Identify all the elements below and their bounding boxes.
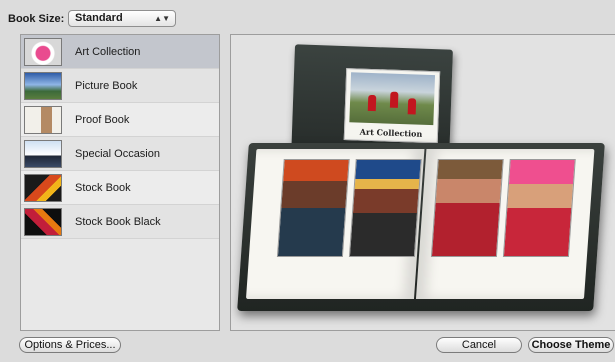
cover-figure — [389, 91, 399, 108]
proof-book-thumbnail — [24, 105, 62, 134]
stock-book-black-thumbnail — [24, 207, 62, 236]
theme-item-label: Special Occasion — [75, 147, 160, 160]
select-arrows-icon: ▲▼ — [154, 14, 170, 23]
page-photo — [276, 159, 350, 257]
book-size-value: Standard — [75, 12, 123, 24]
cover-figure — [367, 94, 377, 112]
theme-item-special-occasion[interactable]: Special Occasion — [21, 137, 219, 171]
theme-item-label: Art Collection — [75, 45, 141, 58]
page-photo — [502, 159, 576, 257]
theme-item-label: Stock Book Black — [75, 215, 161, 228]
theme-preview: Art Collection — [230, 34, 615, 331]
cancel-button[interactable]: Cancel — [436, 337, 522, 353]
choose-theme-button[interactable]: Choose Theme — [528, 337, 614, 353]
cover-image — [349, 72, 436, 126]
theme-item-picture-book[interactable]: Picture Book — [21, 69, 219, 103]
theme-item-label: Picture Book — [75, 79, 138, 92]
theme-item-label: Stock Book — [75, 181, 131, 194]
theme-item-stock-book[interactable]: Stock Book — [21, 171, 219, 205]
book-size-select[interactable]: Standard ▲▼ — [68, 10, 176, 27]
cover-title: Art Collection — [359, 126, 423, 139]
right-page — [415, 149, 595, 299]
theme-item-art-collection[interactable]: Art Collection — [21, 35, 219, 69]
cover-photo: Art Collection — [343, 68, 441, 144]
page-photo — [430, 159, 504, 257]
options-prices-button[interactable]: Options & Prices... — [19, 337, 121, 353]
theme-item-stock-book-black[interactable]: Stock Book Black — [21, 205, 219, 239]
picture-book-thumbnail — [24, 71, 62, 100]
special-occasion-thumbnail — [24, 139, 62, 168]
theme-list: Art Collection Picture Book Proof Book S… — [20, 34, 220, 331]
book-size-label: Book Size: — [8, 13, 65, 25]
left-page — [245, 149, 425, 299]
open-book — [237, 143, 605, 311]
cover-figure — [407, 98, 417, 115]
theme-item-proof-book[interactable]: Proof Book — [21, 103, 219, 137]
theme-item-label: Proof Book — [75, 113, 130, 126]
stock-book-thumbnail — [24, 173, 62, 202]
page-photo — [348, 159, 422, 257]
art-collection-thumbnail — [24, 37, 62, 66]
